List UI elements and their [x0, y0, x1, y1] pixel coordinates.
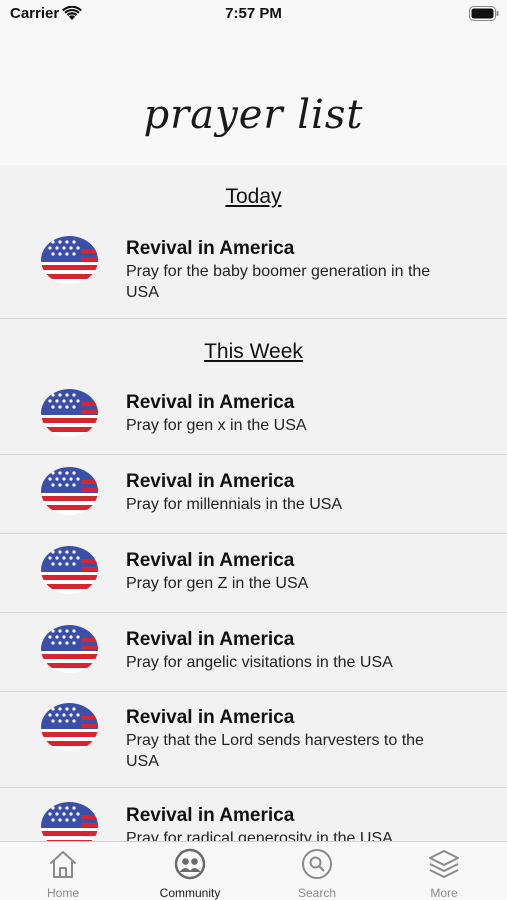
item-subtitle: Pray for gen x in the USA: [126, 417, 307, 434]
list-item[interactable]: Revival in America Pray for gen x in the…: [0, 378, 507, 455]
tab-label: Search: [297, 886, 337, 900]
battery-icon: [469, 6, 499, 21]
tab-home[interactable]: Home: [0, 842, 126, 900]
page-title: prayer list: [143, 92, 364, 138]
divider: [0, 318, 507, 319]
us-flag-icon: [41, 802, 98, 841]
search-icon: [302, 849, 332, 879]
tab-community[interactable]: Community: [127, 842, 253, 900]
tab-search[interactable]: Search: [254, 842, 380, 900]
us-flag-icon: [41, 467, 98, 515]
item-title: Revival in America: [126, 238, 295, 259]
community-icon: [174, 848, 206, 880]
us-flag-icon: [41, 546, 98, 594]
item-title: Revival in America: [126, 471, 295, 492]
tab-more[interactable]: More: [381, 842, 507, 900]
us-flag-icon: [41, 703, 98, 751]
status-bar: Carrier 7:57 PM: [0, 0, 507, 30]
us-flag-icon: [41, 625, 98, 673]
app-header: prayer list: [0, 30, 507, 165]
list-item[interactable]: Revival in America Pray for the baby boo…: [0, 225, 507, 319]
item-subtitle: Pray for millennials in the USA: [126, 496, 343, 513]
item-subtitle: Pray for radical generosity in the USA: [126, 830, 393, 841]
list-item[interactable]: Revival in America Pray for angelic visi…: [0, 613, 507, 692]
list-item[interactable]: Revival in America Pray for radical gene…: [0, 788, 507, 841]
item-subtitle: Pray for angelic visitations in the USA: [126, 654, 393, 671]
item-title: Revival in America: [126, 550, 295, 571]
tab-label: Home: [46, 886, 79, 900]
item-subtitle: Pray for the baby boomer generation in t…: [126, 263, 431, 301]
section-header-this-week: This Week: [204, 340, 303, 363]
tab-label: Community: [159, 886, 221, 900]
item-subtitle: Pray that the Lord sends harvesters to t…: [126, 732, 424, 770]
item-title: Revival in America: [126, 707, 295, 728]
item-title: Revival in America: [126, 392, 295, 413]
home-icon: [50, 851, 76, 878]
list-item[interactable]: Revival in America Pray for gen Z in the…: [0, 534, 507, 613]
section-header-today: Today: [225, 185, 282, 208]
us-flag-icon: [41, 236, 98, 284]
layers-icon: [429, 850, 459, 878]
list-item[interactable]: Revival in America Pray for millennials …: [0, 455, 507, 534]
item-title: Revival in America: [126, 805, 295, 826]
tab-bar: Home Community Search More: [0, 841, 507, 900]
list-item[interactable]: Revival in America Pray that the Lord se…: [0, 692, 507, 788]
item-subtitle: Pray for gen Z in the USA: [126, 575, 309, 592]
prayer-list[interactable]: Today Revival in America Pray for the ba…: [0, 165, 507, 841]
item-title: Revival in America: [126, 629, 295, 650]
us-flag-icon: [41, 389, 98, 437]
tab-label: More: [430, 886, 458, 900]
status-time: 7:57 PM: [225, 5, 282, 22]
